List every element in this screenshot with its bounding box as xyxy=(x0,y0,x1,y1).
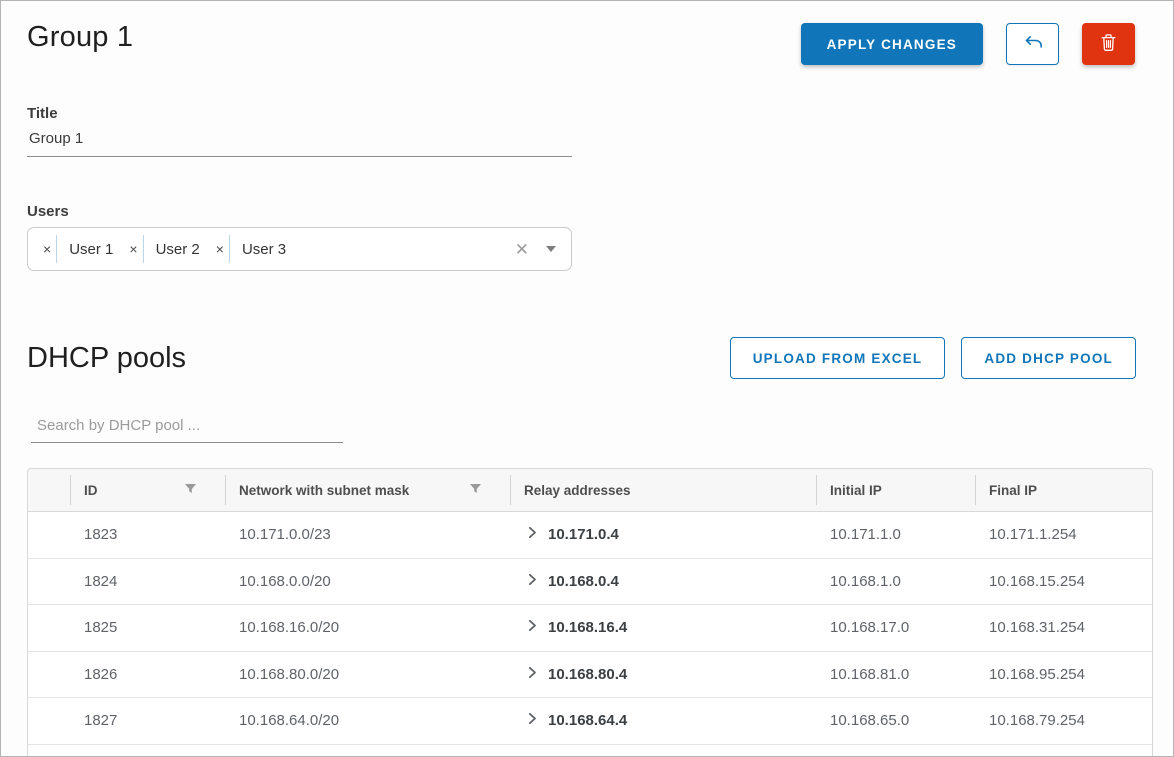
title-field: Title xyxy=(27,105,572,157)
page-title: Group 1 xyxy=(27,21,133,54)
relay-address-value: 10.168.16.4 xyxy=(548,619,627,636)
row-initial-ip-cell: 10.168.17.0 xyxy=(816,619,975,636)
row-final-ip-cell: 10.168.31.254 xyxy=(975,619,1152,636)
column-header-label: Final IP xyxy=(989,483,1037,498)
user-chip: × User 3 xyxy=(213,235,299,263)
user-chip-label: User 3 xyxy=(230,241,299,258)
column-divider xyxy=(225,475,226,505)
title-input[interactable] xyxy=(27,122,572,157)
column-header-spacer xyxy=(28,469,70,511)
row-network-cell: 10.168.16.0/20 xyxy=(225,619,510,636)
column-header-id: ID xyxy=(70,469,225,511)
relay-address-value: 10.168.80.4 xyxy=(548,666,627,683)
filter-funnel-icon[interactable] xyxy=(184,483,197,498)
table-row[interactable]: 1827 10.168.64.0/20 10.168.64.4 10.168.6… xyxy=(28,698,1152,745)
column-header-final-ip: Final IP xyxy=(975,469,1152,511)
user-chip-label: User 1 xyxy=(57,241,126,258)
user-chip: × User 2 xyxy=(126,235,212,263)
table-row-partial xyxy=(28,745,1152,757)
relay-address-value: 10.171.0.4 xyxy=(548,526,619,543)
row-relay-cell: 10.168.16.4 xyxy=(510,619,816,636)
remove-user-icon[interactable]: × xyxy=(126,242,142,256)
users-multiselect[interactable]: × User 1 × User 2 × User 3 ✕ xyxy=(27,227,572,271)
row-initial-ip-cell: 10.168.65.0 xyxy=(816,712,975,729)
row-network-cell: 10.171.0.0/23 xyxy=(225,526,510,543)
column-divider xyxy=(816,475,817,505)
row-initial-ip-cell: 10.168.81.0 xyxy=(816,666,975,683)
delete-button[interactable] xyxy=(1082,23,1135,65)
column-header-label: Relay addresses xyxy=(524,483,631,498)
row-id-cell: 1826 xyxy=(70,666,225,683)
dhcp-pools-heading: DHCP pools xyxy=(27,342,186,375)
column-header-network: Network with subnet mask xyxy=(225,469,510,511)
apply-changes-button[interactable]: APPLY CHANGES xyxy=(801,23,983,65)
user-chips: × User 1 × User 2 × User 3 xyxy=(40,235,515,263)
relay-address-value: 10.168.64.4 xyxy=(548,712,627,729)
clear-users-icon[interactable]: ✕ xyxy=(515,241,529,258)
row-initial-ip-cell: 10.168.1.0 xyxy=(816,573,975,590)
table-body: 1823 10.171.0.0/23 10.171.0.4 10.171.1.0… xyxy=(28,512,1152,745)
toolbar: APPLY CHANGES xyxy=(801,23,1135,65)
row-relay-cell: 10.168.80.4 xyxy=(510,666,816,683)
filter-funnel-icon[interactable] xyxy=(469,483,482,498)
row-initial-ip-cell: 10.171.1.0 xyxy=(816,526,975,543)
dhcp-actions: UPLOAD FROM EXCEL ADD DHCP POOL xyxy=(730,337,1136,379)
remove-user-icon[interactable]: × xyxy=(40,242,56,256)
table-row[interactable]: 1826 10.168.80.0/20 10.168.80.4 10.168.8… xyxy=(28,652,1152,699)
expand-chevron-icon[interactable] xyxy=(528,712,537,729)
row-final-ip-cell: 10.168.95.254 xyxy=(975,666,1152,683)
row-id-cell: 1825 xyxy=(70,619,225,636)
undo-button[interactable] xyxy=(1006,23,1059,65)
remove-user-icon[interactable]: × xyxy=(213,242,229,256)
row-final-ip-cell: 10.168.79.254 xyxy=(975,712,1152,729)
user-chip: × User 1 xyxy=(40,235,126,263)
page: Group 1 APPLY CHANGES Title xyxy=(0,0,1174,757)
row-network-cell: 10.168.64.0/20 xyxy=(225,712,510,729)
user-chip-label: User 2 xyxy=(144,241,213,258)
column-header-label: Network with subnet mask xyxy=(239,483,409,498)
dropdown-caret-icon[interactable] xyxy=(546,246,556,252)
expand-chevron-icon[interactable] xyxy=(528,666,537,683)
column-header-label: Initial IP xyxy=(830,483,882,498)
dhcp-table: ID Network with subnet mask Relay addres… xyxy=(27,468,1153,757)
row-network-cell: 10.168.80.0/20 xyxy=(225,666,510,683)
column-divider xyxy=(975,475,976,505)
column-header-label: ID xyxy=(84,483,98,498)
table-row[interactable]: 1823 10.171.0.0/23 10.171.0.4 10.171.1.0… xyxy=(28,512,1152,559)
column-header-initial-ip: Initial IP xyxy=(816,469,975,511)
users-field-label: Users xyxy=(27,203,572,220)
title-field-label: Title xyxy=(27,105,572,122)
column-divider xyxy=(510,475,511,505)
row-id-cell: 1823 xyxy=(70,526,225,543)
relay-address-value: 10.168.0.4 xyxy=(548,573,619,590)
row-id-cell: 1824 xyxy=(70,573,225,590)
undo-arrow-icon xyxy=(1022,34,1044,54)
upload-from-excel-button[interactable]: UPLOAD FROM EXCEL xyxy=(730,337,946,379)
row-relay-cell: 10.168.0.4 xyxy=(510,573,816,590)
expand-chevron-icon[interactable] xyxy=(528,526,537,543)
table-row[interactable]: 1824 10.168.0.0/20 10.168.0.4 10.168.1.0… xyxy=(28,559,1152,606)
row-final-ip-cell: 10.171.1.254 xyxy=(975,526,1152,543)
row-network-cell: 10.168.0.0/20 xyxy=(225,573,510,590)
table-row[interactable]: 1825 10.168.16.0/20 10.168.16.4 10.168.1… xyxy=(28,605,1152,652)
trash-icon xyxy=(1100,33,1117,55)
add-dhcp-pool-button[interactable]: ADD DHCP POOL xyxy=(961,337,1136,379)
row-final-ip-cell: 10.168.15.254 xyxy=(975,573,1152,590)
users-field: Users × User 1 × User 2 × User 3 ✕ xyxy=(27,203,572,271)
column-header-relay: Relay addresses xyxy=(510,469,816,511)
table-header-row: ID Network with subnet mask Relay addres… xyxy=(28,469,1152,512)
dhcp-search-input[interactable] xyxy=(31,411,343,443)
row-id-cell: 1827 xyxy=(70,712,225,729)
dhcp-section-header: DHCP pools UPLOAD FROM EXCEL ADD DHCP PO… xyxy=(27,337,1136,379)
row-relay-cell: 10.171.0.4 xyxy=(510,526,816,543)
row-relay-cell: 10.168.64.4 xyxy=(510,712,816,729)
expand-chevron-icon[interactable] xyxy=(528,573,537,590)
expand-chevron-icon[interactable] xyxy=(528,619,537,636)
column-divider xyxy=(70,475,71,505)
